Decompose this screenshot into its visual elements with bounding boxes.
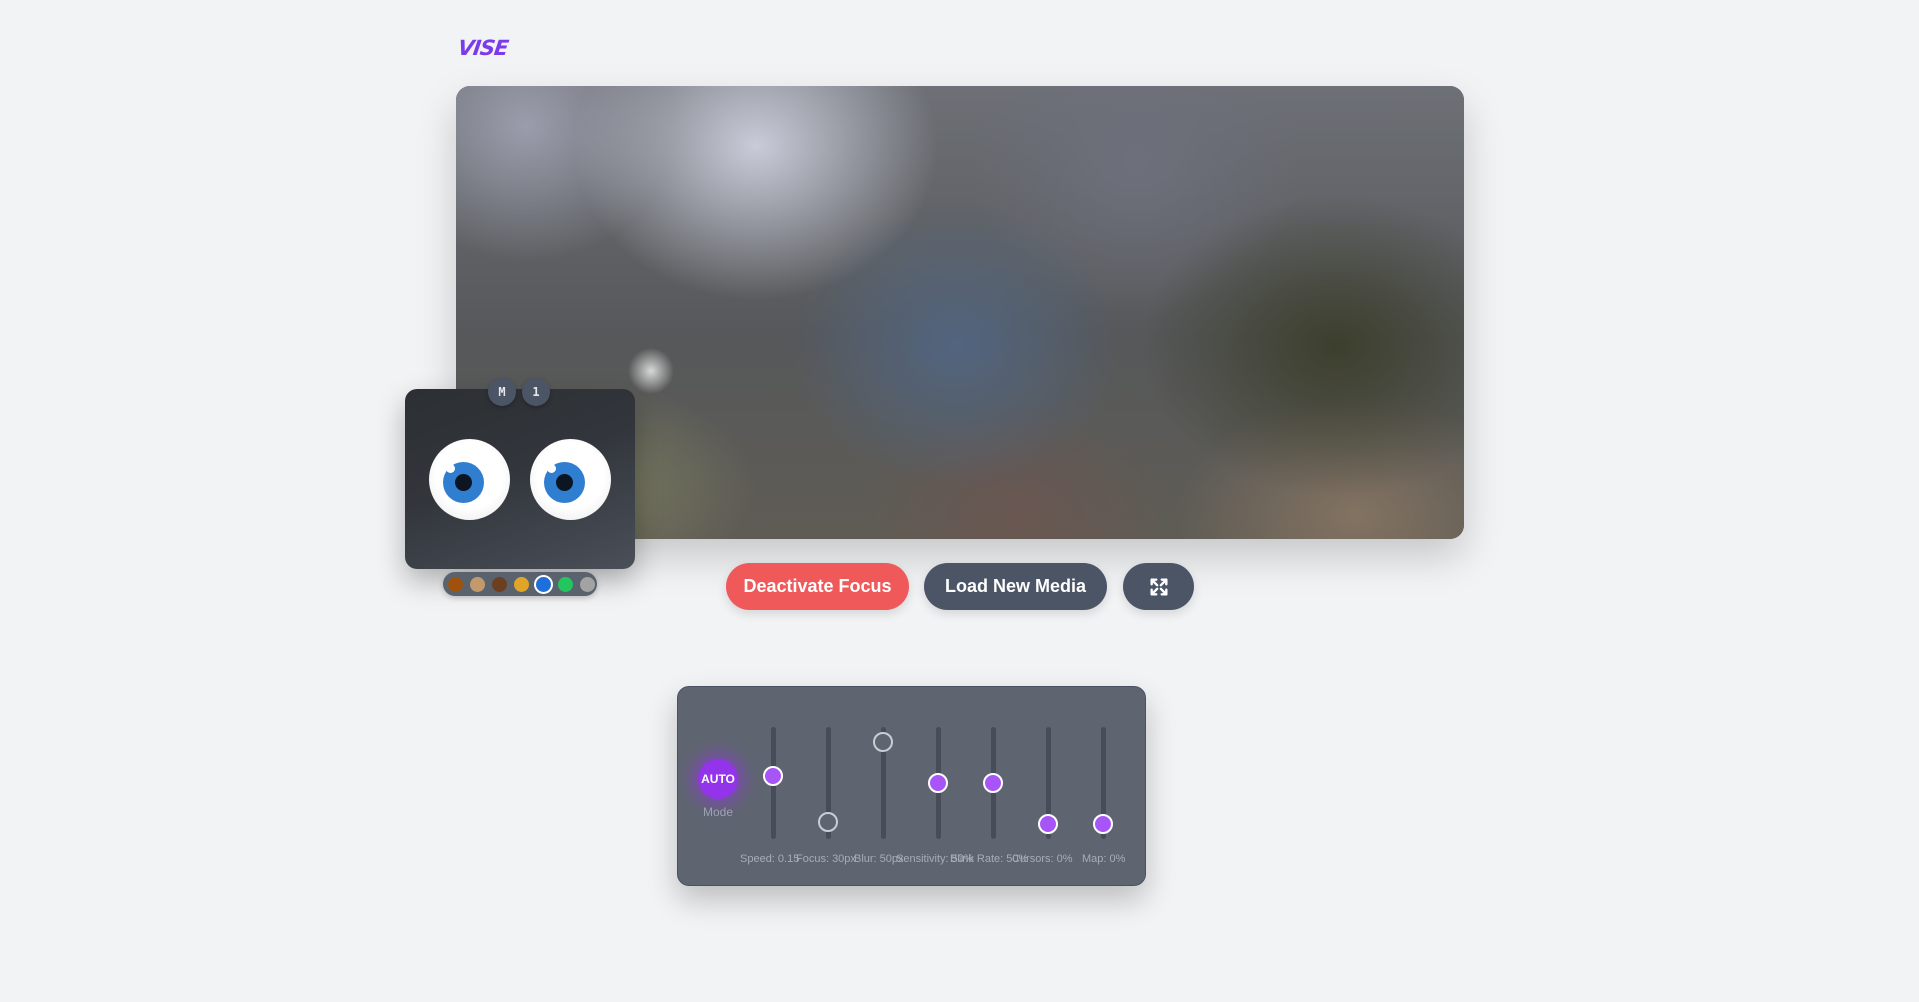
iris-color-palette bbox=[443, 572, 597, 596]
right-iris bbox=[544, 462, 585, 503]
slider-thumb[interactable] bbox=[763, 765, 783, 786]
color-swatch[interactable] bbox=[558, 577, 573, 592]
fullscreen-button[interactable] bbox=[1123, 563, 1194, 610]
deactivate-focus-button[interactable]: Deactivate Focus bbox=[726, 563, 909, 610]
color-swatch[interactable] bbox=[470, 577, 485, 592]
slider-thumb[interactable] bbox=[1038, 813, 1058, 834]
color-swatch[interactable] bbox=[580, 577, 595, 592]
color-swatch[interactable] bbox=[448, 577, 463, 592]
slider-label: Focus: 30px bbox=[796, 853, 856, 865]
mode-label: Mode bbox=[702, 805, 734, 819]
slider-thumb[interactable] bbox=[873, 732, 893, 753]
right-eye bbox=[530, 439, 611, 520]
app-logo[interactable]: VISE bbox=[456, 36, 509, 60]
slider-thumb[interactable] bbox=[1093, 813, 1113, 834]
color-swatch[interactable] bbox=[536, 577, 551, 592]
mode-chip[interactable]: M bbox=[488, 378, 516, 406]
load-new-media-button[interactable]: Load New Media bbox=[924, 563, 1107, 610]
media-controls: Deactivate Focus Load New Media bbox=[0, 563, 1919, 610]
focus-highlight bbox=[626, 346, 676, 396]
left-eye bbox=[429, 439, 510, 520]
auto-mode-button[interactable]: AUTO bbox=[698, 759, 738, 799]
expand-icon bbox=[1149, 577, 1168, 596]
eyes-widget[interactable] bbox=[405, 389, 635, 569]
slider-label: Cursors: 0% bbox=[1012, 853, 1073, 865]
slider-thumb[interactable] bbox=[928, 773, 948, 793]
slider-thumb[interactable] bbox=[983, 773, 1003, 793]
slider-label: Speed: 0.15 bbox=[740, 853, 800, 865]
slider-label: Map: 0% bbox=[1082, 853, 1126, 865]
slider-thumb[interactable] bbox=[818, 811, 838, 832]
color-swatch[interactable] bbox=[514, 577, 529, 592]
left-iris bbox=[443, 462, 484, 503]
settings-panel: AUTO Mode Speed: 0.15 Focus: 30px Blur: 50… bbox=[677, 686, 1146, 886]
count-chip[interactable]: 1 bbox=[522, 378, 550, 406]
color-swatch[interactable] bbox=[492, 577, 507, 592]
